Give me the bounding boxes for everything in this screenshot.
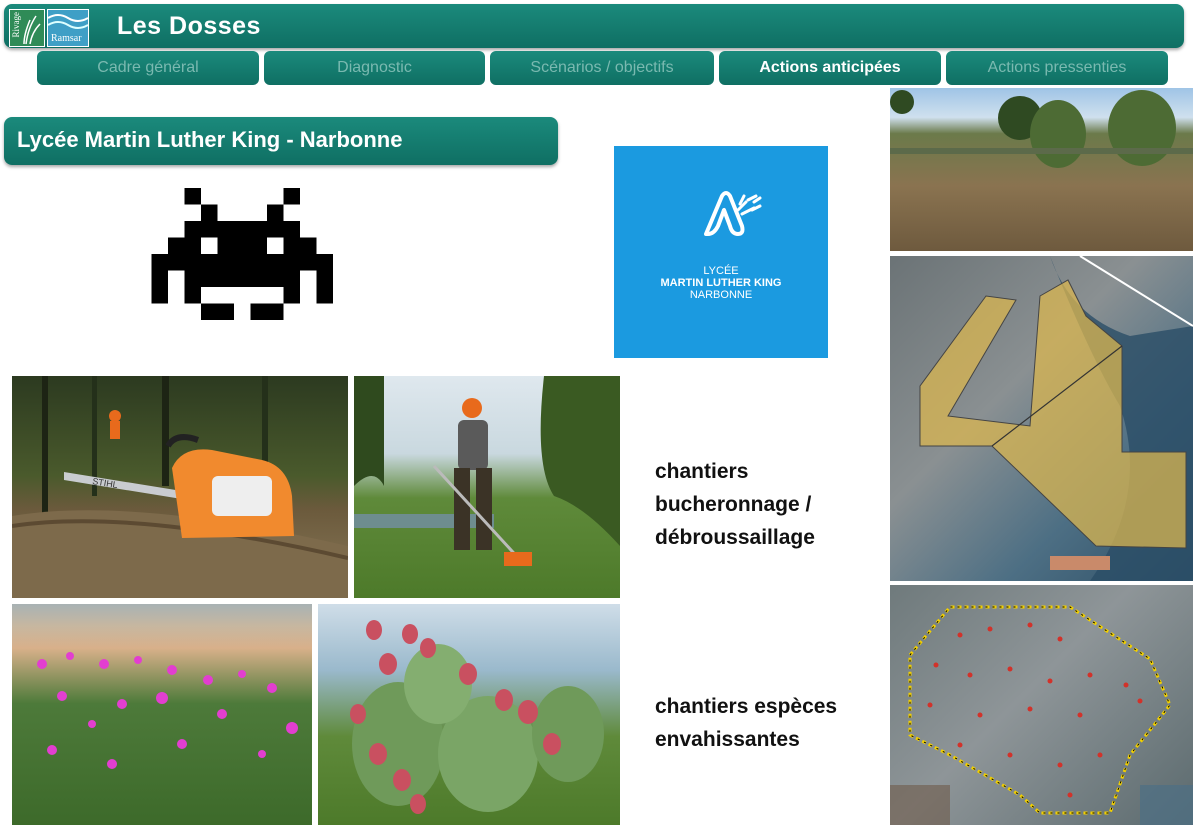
page-title: Les Dosses — [117, 12, 261, 40]
ramsar-logo: Ramsar — [47, 9, 89, 47]
school-emblem-icon — [704, 191, 762, 236]
caption-line: débroussaillage — [655, 526, 815, 549]
tab-actions-anticipees[interactable]: Actions anticipées — [719, 51, 941, 85]
tab-label: Actions anticipées — [759, 59, 901, 76]
ramsar-logo-text: Ramsar — [51, 33, 82, 44]
brushcutter-photo — [354, 376, 620, 598]
caption-line: chantiers — [655, 460, 749, 483]
caption-bucheronnage: chantiers bucheronnage / débroussaillage — [655, 455, 815, 554]
tab-label: Scénarios / objectifs — [530, 59, 674, 76]
tab-label: Cadre général — [97, 59, 199, 76]
school-logo-line2: MARTIN LUTHER KING — [660, 277, 782, 289]
school-logo-line1: LYCÉE — [703, 265, 739, 277]
school-logo-line3: NARBONNE — [689, 289, 753, 301]
wave-icon — [48, 14, 88, 29]
tab-label: Actions pressenties — [987, 59, 1127, 76]
zone-map-illustration — [919, 256, 1193, 581]
caption-especes-envahissantes: chantiers espèces envahissantes — [655, 690, 837, 756]
section-title-bar: Lycée Martin Luther King - Narbonne — [4, 117, 558, 165]
school-logo: LYCÉE MARTIN LUTHER KING NARBONNE — [614, 146, 828, 358]
aerial-map-invasive — [890, 585, 1193, 825]
tab-label: Diagnostic — [337, 59, 412, 76]
chainsaw-photo: STIHL — [12, 376, 348, 598]
caption-line: envahissantes — [655, 728, 800, 751]
tab-diagnostic[interactable]: Diagnostic — [264, 51, 485, 85]
rivage-logo: Rivage — [9, 9, 45, 47]
section-title: Lycée Martin Luther King - Narbonne — [17, 127, 403, 152]
plant-icon — [23, 15, 41, 45]
caption-line: bucheronnage / — [655, 493, 812, 516]
ice-plant-illustration — [37, 652, 298, 769]
wetland-photo — [890, 88, 1193, 251]
wetland-illustration — [890, 90, 1193, 168]
cactus-photo — [318, 604, 620, 825]
caption-line: chantiers espèces — [655, 695, 838, 718]
aerial-map-zones — [890, 256, 1193, 581]
tab-cadre-general[interactable]: Cadre général — [37, 51, 259, 85]
tab-actions-pressenties[interactable]: Actions pressenties — [946, 51, 1168, 85]
space-invader-icon — [151, 188, 333, 320]
chainsaw-illustration: STIHL — [12, 376, 348, 598]
invasive-map-illustration — [890, 605, 1193, 825]
tab-scenarios-objectifs[interactable]: Scénarios / objectifs — [490, 51, 714, 85]
ice-plant-photo — [12, 604, 312, 825]
brushcutter-illustration — [354, 376, 620, 566]
cactus-illustration — [350, 620, 604, 814]
